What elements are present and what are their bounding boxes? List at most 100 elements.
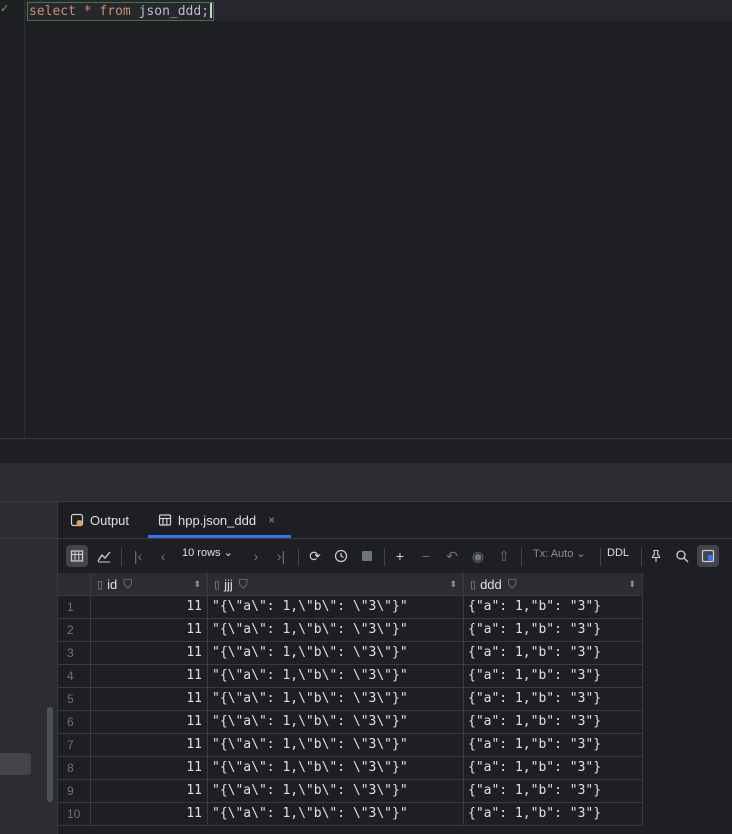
remove-row-icon[interactable]: − <box>415 545 437 567</box>
pin-icon[interactable] <box>645 545 667 567</box>
cell-ddd[interactable]: {"a": 1,"b": "3"} <box>464 780 643 803</box>
chart-view-icon[interactable] <box>93 545 115 567</box>
cell-jjj[interactable]: "{\"a\": 1,\"b\": \"3\"}" <box>208 803 464 826</box>
table-row[interactable]: 1 11 "{\"a\": 1,\"b\": \"3\"}" {"a": 1,"… <box>58 596 643 619</box>
layout-icon[interactable] <box>697 545 719 567</box>
row-number: 4 <box>58 665 91 688</box>
page-size-label: 10 rows <box>182 547 221 559</box>
cell-id[interactable]: 11 <box>91 619 208 642</box>
tree-scrollbar[interactable] <box>47 707 53 802</box>
filter-icon[interactable]: ⛉ <box>239 577 248 592</box>
column-header-ddd[interactable]: ▯ ddd ⛉ ⬍ <box>464 573 643 596</box>
table-row[interactable]: 3 11 "{\"a\": 1,\"b\": \"3\"}" {"a": 1,"… <box>58 642 643 665</box>
preview-icon[interactable]: ◉ <box>467 545 489 567</box>
cell-ddd[interactable]: {"a": 1,"b": "3"} <box>464 665 643 688</box>
selected-tree-node[interactable] <box>0 753 31 775</box>
refresh-icon[interactable]: ⟳ <box>304 545 326 567</box>
cell-id[interactable]: 11 <box>91 734 208 757</box>
cell-id[interactable]: 11 <box>91 711 208 734</box>
cell-jjj[interactable]: "{\"a\": 1,\"b\": \"3\"}" <box>208 757 464 780</box>
row-number: 7 <box>58 734 91 757</box>
submit-icon[interactable]: ⇧ <box>493 545 515 567</box>
table-row[interactable]: 5 11 "{\"a\": 1,\"b\": \"3\"}" {"a": 1,"… <box>58 688 643 711</box>
cell-jjj[interactable]: "{\"a\": 1,\"b\": \"3\"}" <box>208 596 464 619</box>
keyword-select: select <box>29 4 76 19</box>
star-operator: * <box>83 4 92 19</box>
pane-divider <box>0 538 57 539</box>
next-page-icon[interactable]: › <box>245 545 267 567</box>
column-header-label: id <box>107 576 118 592</box>
cell-jjj[interactable]: "{\"a\": 1,\"b\": \"3\"}" <box>208 711 464 734</box>
cell-id[interactable]: 11 <box>91 688 208 711</box>
active-tab-indicator <box>148 535 291 538</box>
cell-jjj[interactable]: "{\"a\": 1,\"b\": \"3\"}" <box>208 642 464 665</box>
cell-ddd[interactable]: {"a": 1,"b": "3"} <box>464 619 643 642</box>
column-header-id[interactable]: ▯ id ⛉ ⬍ <box>91 573 208 596</box>
cell-jjj[interactable]: "{\"a\": 1,\"b\": \"3\"}" <box>208 780 464 803</box>
toolbar-separator <box>521 548 522 566</box>
tab-output-label: Output <box>90 512 130 528</box>
search-icon[interactable] <box>671 545 693 567</box>
sort-icon[interactable]: ⬍ <box>449 579 457 590</box>
cell-jjj[interactable]: "{\"a\": 1,\"b\": \"3\"}" <box>208 665 464 688</box>
table-icon <box>158 514 172 526</box>
cell-jjj[interactable]: "{\"a\": 1,\"b\": \"3\"}" <box>208 688 464 711</box>
editor-bottom-area <box>0 438 732 464</box>
cell-jjj[interactable]: "{\"a\": 1,\"b\": \"3\"}" <box>208 619 464 642</box>
cell-ddd[interactable]: {"a": 1,"b": "3"} <box>464 688 643 711</box>
column-header-jjj[interactable]: ▯ jjj ⛉ ⬍ <box>208 573 464 596</box>
panel-splitter[interactable] <box>0 463 732 501</box>
table-row[interactable]: 6 11 "{\"a\": 1,\"b\": \"3\"}" {"a": 1,"… <box>58 711 643 734</box>
row-number: 9 <box>58 780 91 803</box>
row-number: 10 <box>58 803 91 826</box>
table-row[interactable]: 9 11 "{\"a\": 1,\"b\": \"3\"}" {"a": 1,"… <box>58 780 643 803</box>
page-size-dropdown[interactable]: 10 rows ⌄ <box>182 546 233 559</box>
statement-terminator: ; <box>201 4 210 19</box>
row-number: 5 <box>58 688 91 711</box>
sort-icon[interactable]: ⬍ <box>193 579 201 590</box>
history-icon[interactable] <box>330 545 352 567</box>
prev-page-icon[interactable]: ‹ <box>152 545 174 567</box>
cell-ddd[interactable]: {"a": 1,"b": "3"} <box>464 803 643 826</box>
column-header-label: jjj <box>224 576 233 592</box>
row-number: 6 <box>58 711 91 734</box>
table-row[interactable]: 8 11 "{\"a\": 1,\"b\": \"3\"}" {"a": 1,"… <box>58 757 643 780</box>
stop-icon[interactable] <box>356 545 378 567</box>
sql-editor[interactable]: ✓ select * from json_ddd; <box>0 0 732 438</box>
table-row[interactable]: 10 11 "{\"a\": 1,\"b\": \"3\"}" {"a": 1,… <box>58 803 643 826</box>
table-view-icon[interactable] <box>66 545 88 567</box>
last-page-icon[interactable]: ›| <box>270 545 292 567</box>
cell-id[interactable]: 11 <box>91 803 208 826</box>
chevron-down-icon: ⌄ <box>576 548 586 560</box>
row-number: 3 <box>58 642 91 665</box>
cell-ddd[interactable]: {"a": 1,"b": "3"} <box>464 711 643 734</box>
cell-id[interactable]: 11 <box>91 596 208 619</box>
sql-statement[interactable]: select * from json_ddd; <box>27 2 214 21</box>
revert-icon[interactable]: ↶ <box>441 545 463 567</box>
cell-ddd[interactable]: {"a": 1,"b": "3"} <box>464 734 643 757</box>
filter-icon[interactable]: ⛉ <box>508 577 517 592</box>
cell-jjj[interactable]: "{\"a\": 1,\"b\": \"3\"}" <box>208 734 464 757</box>
cell-ddd[interactable]: {"a": 1,"b": "3"} <box>464 757 643 780</box>
cell-id[interactable]: 11 <box>91 780 208 803</box>
cell-id[interactable]: 11 <box>91 642 208 665</box>
add-row-icon[interactable]: + <box>389 545 411 567</box>
row-number-header <box>58 573 91 596</box>
cell-id[interactable]: 11 <box>91 757 208 780</box>
cell-ddd[interactable]: {"a": 1,"b": "3"} <box>464 642 643 665</box>
ddl-button[interactable]: DDL <box>607 547 629 559</box>
filter-icon[interactable]: ⛉ <box>123 577 132 592</box>
cell-id[interactable]: 11 <box>91 665 208 688</box>
table-row[interactable]: 2 11 "{\"a\": 1,\"b\": \"3\"}" {"a": 1,"… <box>58 619 643 642</box>
transaction-mode-dropdown[interactable]: Tx: Auto ⌄ <box>533 547 586 560</box>
column-header-label: ddd <box>480 576 502 592</box>
close-icon[interactable]: × <box>268 513 275 527</box>
sort-icon[interactable]: ⬍ <box>628 579 636 590</box>
first-page-icon[interactable]: |‹ <box>127 545 149 567</box>
table-row[interactable]: 7 11 "{\"a\": 1,\"b\": \"3\"}" {"a": 1,"… <box>58 734 643 757</box>
table-row[interactable]: 4 11 "{\"a\": 1,\"b\": \"3\"}" {"a": 1,"… <box>58 665 643 688</box>
tab-output[interactable]: Output <box>70 502 129 538</box>
tab-result-table[interactable]: hpp.json_ddd × <box>158 502 275 538</box>
column-icon: ▯ <box>97 578 104 591</box>
cell-ddd[interactable]: {"a": 1,"b": "3"} <box>464 596 643 619</box>
